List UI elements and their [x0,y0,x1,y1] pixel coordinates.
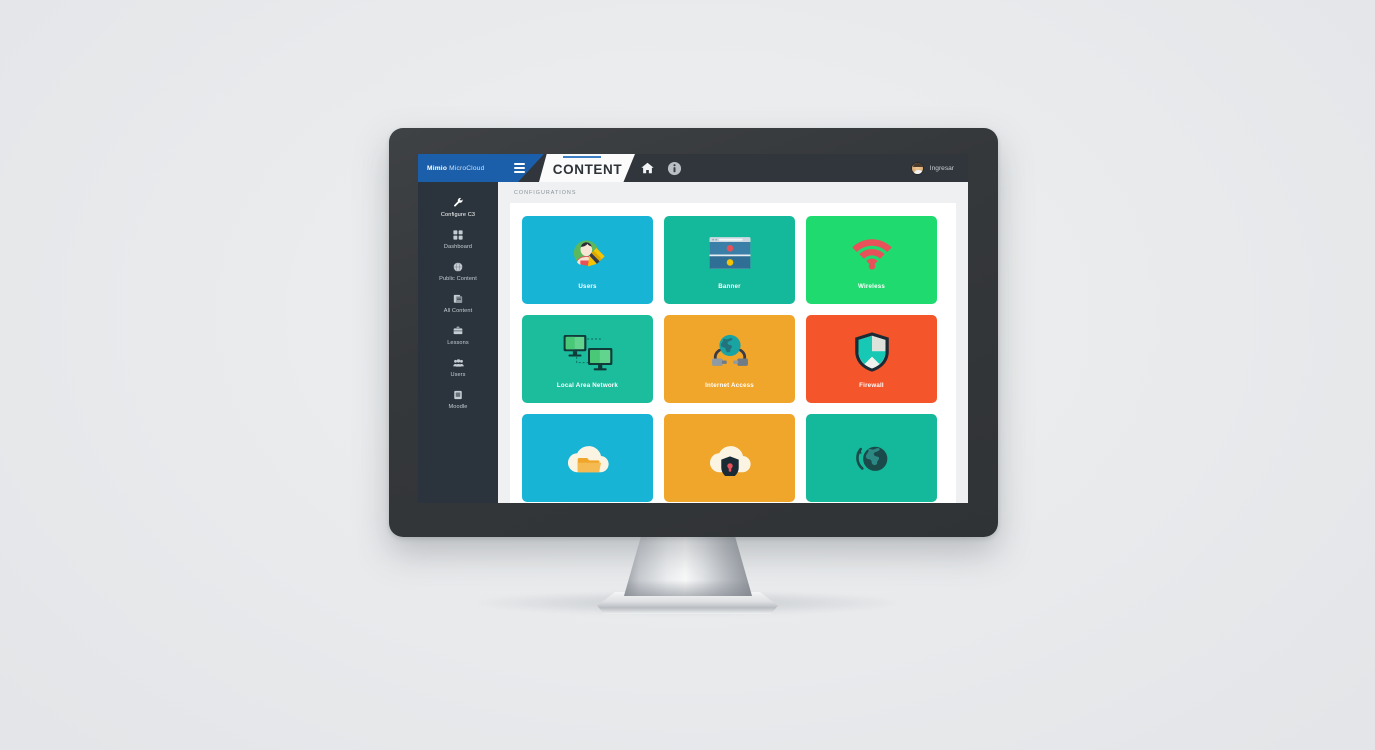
tab-content-label: CONTENT [552,162,623,177]
sidebar-label: All Content [443,307,473,314]
tile-banner[interactable]: Banner [664,216,795,304]
info-icon[interactable] [667,161,682,176]
brand-name-bold: Mimio [427,164,448,172]
configurations-panel: Users Banner Wireless Local Area Network… [510,203,956,503]
tile-firewall[interactable]: Firewall [806,315,937,403]
cloud-folder-icon [565,435,611,481]
users-group-icon [452,357,464,369]
globe-plug-icon [708,329,752,375]
screen: Mimio MicroCloud CONTENT Ingresar Config… [418,154,968,503]
wifi-signal-icon [851,230,893,276]
tile-internet-access[interactable]: Internet Access [664,315,795,403]
tile-label: Wireless [858,283,885,290]
topbar-icon-group [640,154,682,182]
sidebar-label: Users [450,371,466,378]
tile-label: Firewall [859,382,884,389]
tile-label: Users [578,283,597,290]
moodle-icon [453,389,463,401]
monitor-bezel: Mimio MicroCloud CONTENT Ingresar Config… [389,128,998,537]
hamburger-menu-icon[interactable] [508,154,530,182]
tile-label: Local Area Network [556,382,619,389]
shield-icon [854,329,890,375]
sidebar: Configure C3 Dashboard Public Content Al… [418,182,498,503]
body: Configure C3 Dashboard Public Content Al… [418,182,968,503]
sidebar-item-users[interactable]: Users [418,351,498,383]
brand-name-light: MicroCloud [447,164,485,172]
two-monitors-icon [562,329,614,375]
globe-arrow-icon [851,435,893,481]
files-icon [453,293,463,305]
sidebar-label: Public Content [439,275,477,282]
monitor-scene: Mimio MicroCloud CONTENT Ingresar Config… [0,0,1375,750]
user-pencil-icon [568,230,608,276]
top-bar: Mimio MicroCloud CONTENT Ingresar [418,154,968,182]
dashboard-grid-icon [453,229,463,241]
cloud-shield-icon [707,435,753,481]
content-area: CONFIGURATIONS Users Banner Wireless Loc… [498,182,968,503]
monitor-stand-neck [624,533,752,596]
sidebar-label: Moodle [448,403,468,410]
sidebar-item-moodle[interactable]: Moodle [418,383,498,415]
brand-text: Mimio MicroCloud [427,165,484,172]
tile-users[interactable]: Users [522,216,653,304]
sidebar-item-lessons[interactable]: Lessons [418,319,498,351]
tile-label: Banner [718,283,741,290]
tile-wireless[interactable]: Wireless [806,216,937,304]
sidebar-label: Lessons [447,339,469,346]
user-avatar-icon [910,161,924,175]
tile-grid: Users Banner Wireless Local Area Network… [522,216,944,502]
sidebar-item-public-content[interactable]: Public Content [418,255,498,287]
wrench-icon [453,197,464,209]
tab-accent-bar [563,156,601,159]
tile-label: Internet Access [705,382,754,389]
sidebar-label: Configure C3 [440,211,476,218]
tile-web-filter[interactable]: Web Filter [806,414,937,502]
globe-icon [453,261,463,273]
user-login-area[interactable]: Ingresar [910,154,954,182]
sidebar-label: Dashboard [443,243,473,250]
tile-cloud-security[interactable]: Cloud Security [664,414,795,502]
tile-local-area-network[interactable]: Local Area Network [522,315,653,403]
page-title: CONFIGURATIONS [514,190,577,196]
browser-window-icon [708,230,752,276]
home-icon[interactable] [640,161,655,175]
sidebar-item-configure-c3[interactable]: Configure C3 [418,191,498,223]
briefcase-icon [453,325,463,337]
tile-cloud-storage[interactable]: Cloud Storage [522,414,653,502]
login-label: Ingresar [929,164,954,172]
sidebar-item-dashboard[interactable]: Dashboard [418,223,498,255]
brand-logo[interactable]: Mimio MicroCloud [418,154,518,182]
sidebar-item-all-content[interactable]: All Content [418,287,498,319]
